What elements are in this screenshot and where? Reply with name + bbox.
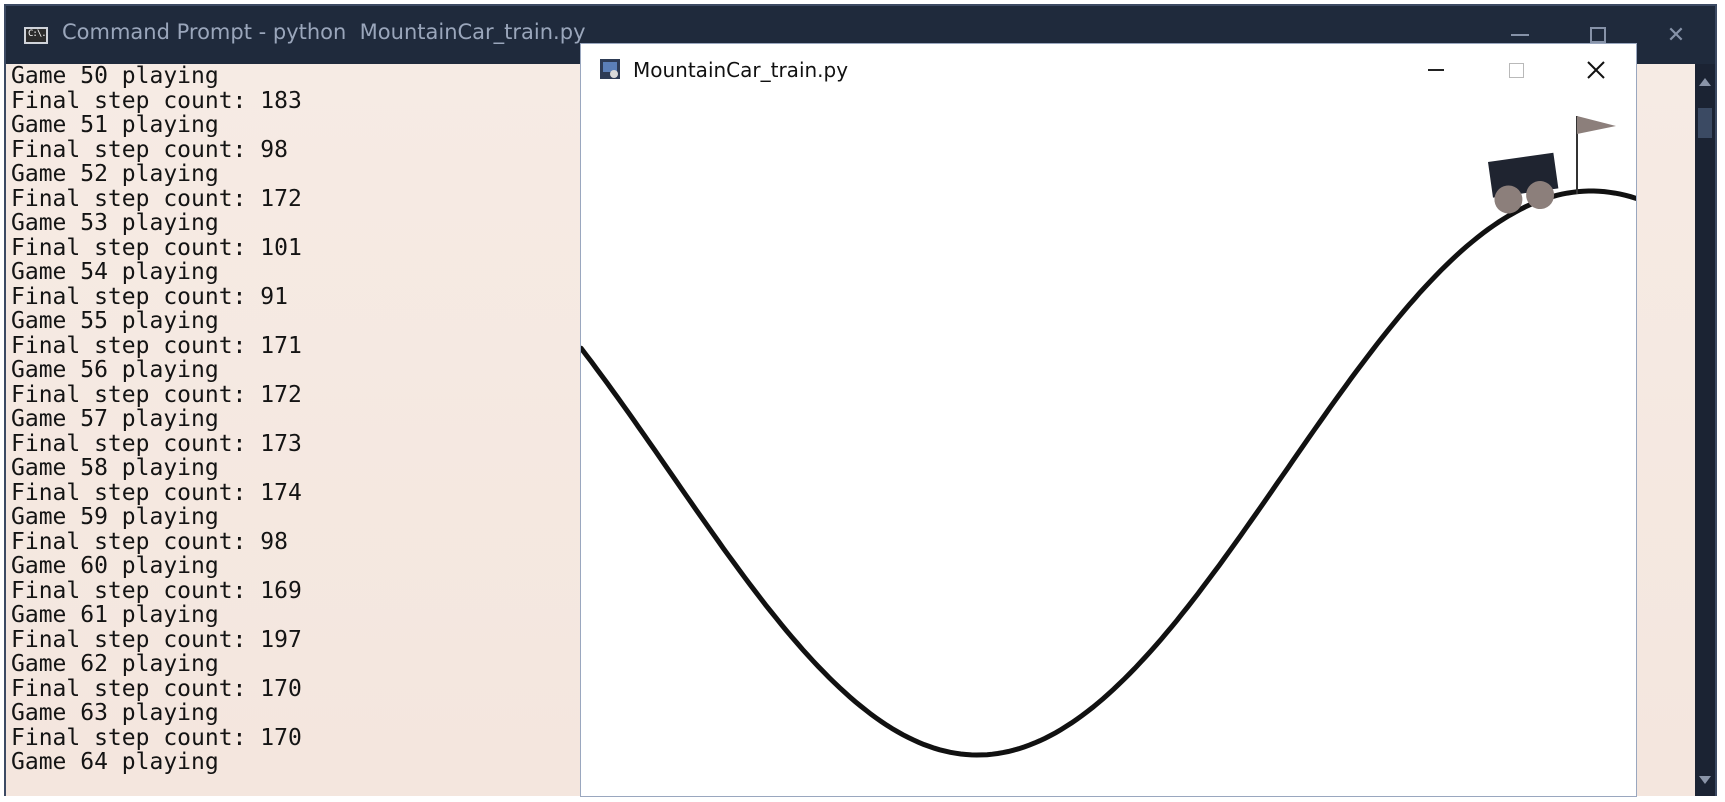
console-line: Game 53 playing: [11, 210, 219, 236]
console-line: Game 57 playing: [11, 406, 219, 432]
game-close-button[interactable]: [1556, 44, 1636, 96]
console-line: Final step count: 174: [11, 479, 302, 506]
console-line: Game 52 playing: [11, 161, 219, 187]
console-line: Final step count: 98: [11, 136, 288, 163]
game-title: MountainCar_train.py: [633, 58, 849, 82]
console-line: Final step count: 170: [11, 724, 302, 751]
console-line: Final step count: 98: [11, 528, 288, 555]
maximize-icon: [1508, 62, 1524, 78]
console-line: Final step count: 169: [11, 577, 302, 604]
scroll-thumb[interactable]: [1698, 108, 1712, 138]
console-line: Final step count: 101: [11, 234, 302, 261]
game-window-controls: [1396, 44, 1636, 96]
console-line: Final step count: 170: [11, 675, 302, 702]
minimize-icon: [1428, 69, 1444, 71]
game-titlebar[interactable]: MountainCar_train.py: [581, 44, 1636, 96]
console-line: Game 51 playing: [11, 112, 219, 138]
console-line: Game 63 playing: [11, 700, 219, 726]
console-line: Game 58 playing: [11, 455, 219, 481]
console-lines: Game 50 playing Final step count: 183 Game…: [11, 64, 302, 775]
console-line: Game 64 playing: [11, 749, 219, 775]
console-line: Final step count: 173: [11, 430, 302, 457]
scroll-up-icon[interactable]: [1699, 78, 1711, 86]
console-line: Game 60 playing: [11, 553, 219, 579]
console-line: Final step count: 183: [11, 87, 302, 114]
game-minimize-button[interactable]: [1396, 44, 1476, 96]
console-line: Game 61 playing: [11, 602, 219, 628]
console-line: Game 62 playing: [11, 651, 219, 677]
console-line: Game 59 playing: [11, 504, 219, 530]
console-line: Final step count: 197: [11, 626, 302, 653]
console-line: Final step count: 171: [11, 332, 302, 359]
console-line: Game 50 playing: [11, 63, 219, 89]
flag: [1576, 116, 1616, 194]
close-icon: ✕: [1666, 22, 1686, 48]
pygame-icon: [600, 59, 620, 79]
scroll-down-icon[interactable]: [1699, 776, 1711, 784]
console-title: Command Prompt - python MountainCar_trai…: [62, 20, 586, 44]
game-canvas: [581, 116, 1636, 758]
console-close-button[interactable]: ✕: [1637, 6, 1715, 64]
console-line: Final step count: 91: [11, 283, 288, 310]
console-line: Game 55 playing: [11, 308, 219, 334]
game-window: MountainCar_train.py: [581, 44, 1636, 796]
console-scrollbar[interactable]: [1695, 64, 1715, 796]
maximize-icon: [1590, 27, 1606, 43]
console-line: Final step count: 172: [11, 185, 302, 212]
console-line: Game 56 playing: [11, 357, 219, 383]
close-icon: [1587, 61, 1605, 79]
console-line: Final step count: 172: [11, 381, 302, 408]
minimize-icon: [1511, 34, 1529, 36]
mountain-track: [581, 188, 1636, 758]
game-maximize-button[interactable]: [1476, 44, 1556, 96]
cmd-icon: C:\.: [24, 27, 48, 44]
console-line: Game 54 playing: [11, 259, 219, 285]
